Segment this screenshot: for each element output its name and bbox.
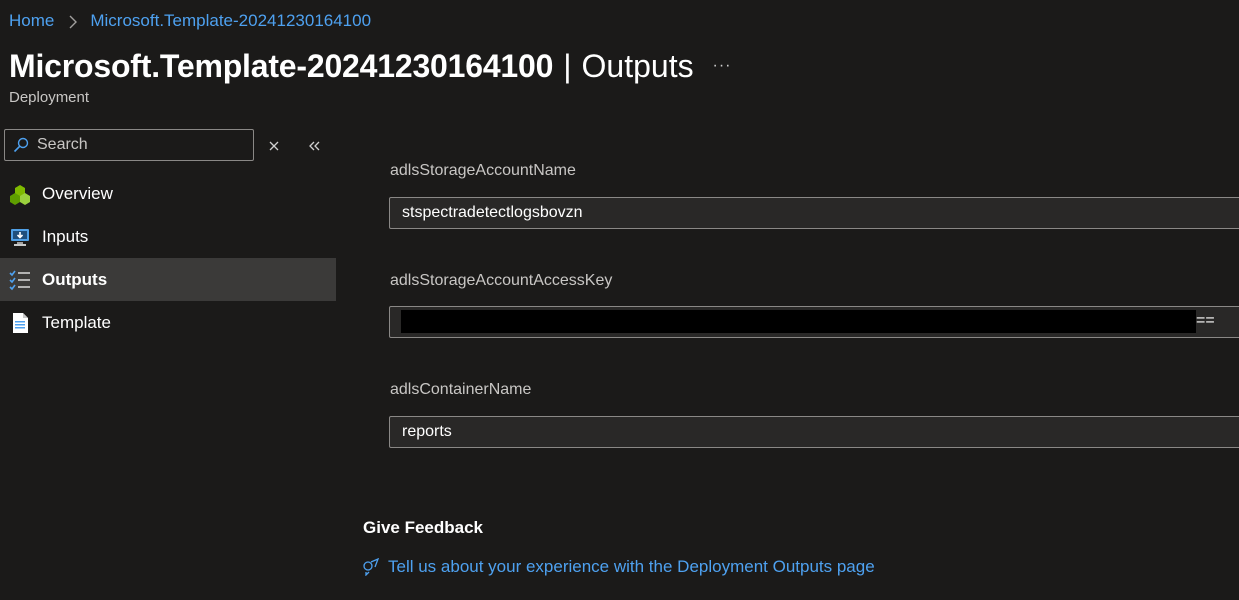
- feedback-icon: [363, 558, 380, 576]
- chevron-right-icon: [67, 10, 79, 32]
- page-title: Microsoft.Template-20241230164100 | Outp…: [9, 44, 694, 88]
- sidebar-item-inputs[interactable]: Inputs: [0, 215, 336, 258]
- sidebar-item-label: Overview: [42, 183, 113, 203]
- overview-icon: [9, 183, 31, 205]
- outputs-icon: [9, 269, 31, 291]
- search-icon: [13, 137, 29, 153]
- inputs-icon: [9, 226, 31, 248]
- output-label-storage-account-access-key: adlsStorageAccountAccessKey: [390, 272, 613, 289]
- breadcrumb-home[interactable]: Home: [9, 11, 54, 31]
- output-label-container-name: adlsContainerName: [390, 381, 532, 398]
- page-title-separator: |: [563, 47, 572, 84]
- double-chevron-left-icon: [309, 141, 320, 151]
- page-subtitle: Deployment: [9, 89, 90, 106]
- feedback-link[interactable]: Tell us about your experience with the D…: [362, 556, 875, 578]
- sidebar-item-label: Inputs: [42, 226, 89, 246]
- close-icon: [269, 141, 279, 151]
- output-label-storage-account-name: adlsStorageAccountName: [390, 162, 576, 179]
- breadcrumb-deployment[interactable]: Microsoft.Template-20241230164100: [90, 11, 371, 31]
- output-value-storage-account-name[interactable]: [389, 197, 1239, 229]
- sidebar-item-label: Outputs: [42, 269, 108, 289]
- search-input[interactable]: [35, 135, 235, 155]
- more-options-button[interactable]: ···: [708, 56, 736, 76]
- sidebar-item-template[interactable]: Template: [0, 301, 336, 344]
- sidebar-item-overview[interactable]: Overview: [0, 172, 336, 215]
- feedback-heading: Give Feedback: [363, 518, 484, 537]
- collapse-sidebar-button[interactable]: [304, 137, 324, 155]
- access-key-suffix: ==: [1196, 312, 1215, 329]
- sidebar-nav: Overview Inputs Outputs Template: [0, 172, 336, 344]
- sidebar-item-outputs[interactable]: Outputs: [0, 258, 336, 301]
- breadcrumb: Home Microsoft.Template-20241230164100: [9, 10, 371, 32]
- page-title-section: Outputs: [581, 47, 694, 84]
- sidebar-item-label: Template: [42, 312, 111, 332]
- redaction-bar: [401, 310, 1196, 333]
- sidebar-search[interactable]: [4, 129, 254, 161]
- clear-search-button[interactable]: [264, 137, 284, 155]
- feedback-link-text: Tell us about your experience with the D…: [388, 557, 875, 576]
- sidebar: Overview Inputs: [0, 118, 336, 600]
- output-value-container-name[interactable]: [389, 416, 1239, 448]
- page-title-resource: Microsoft.Template-20241230164100: [9, 47, 554, 84]
- template-icon: [9, 312, 31, 334]
